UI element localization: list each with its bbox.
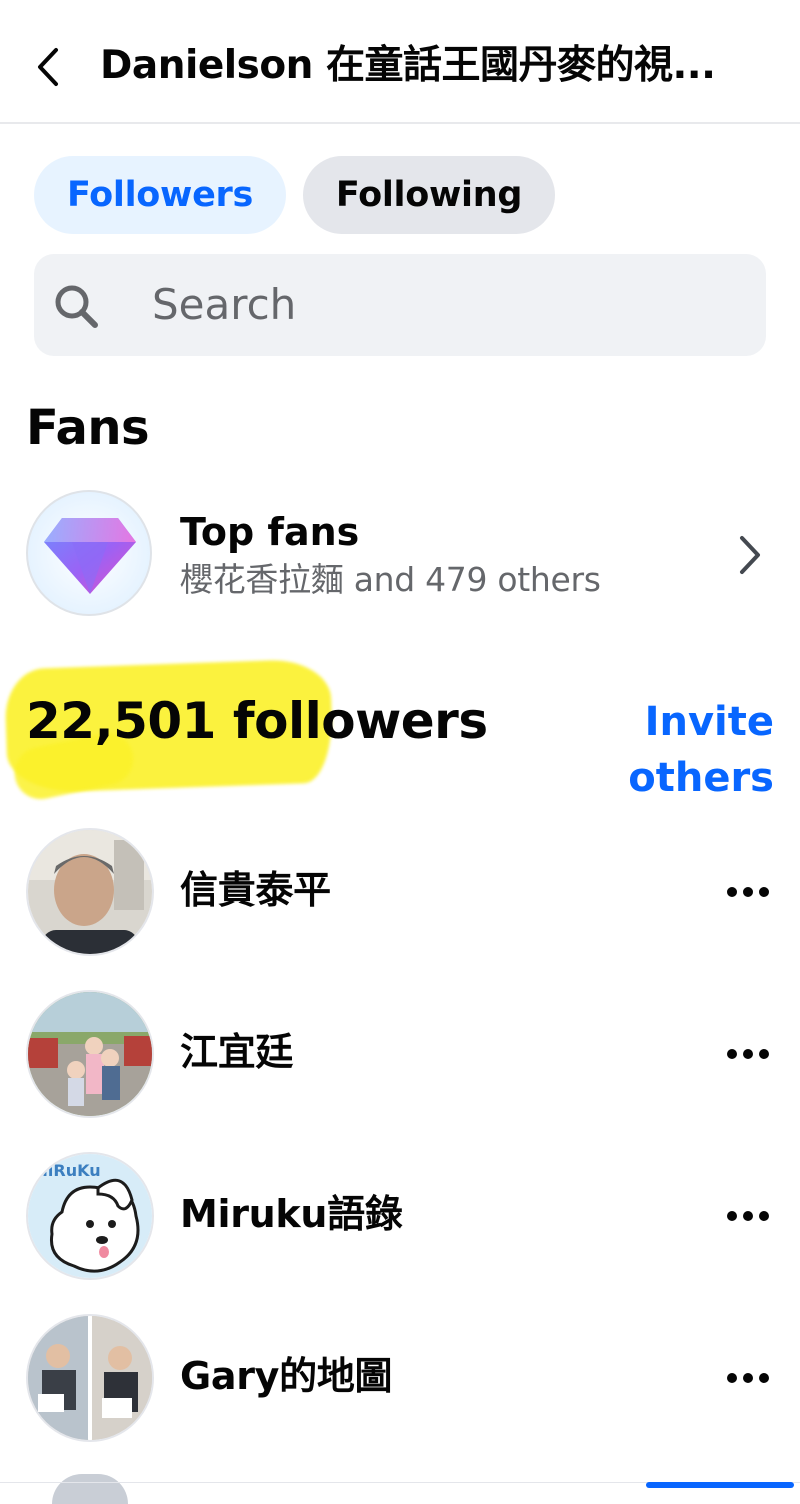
avatar — [26, 990, 154, 1118]
diamond-icon — [44, 518, 136, 594]
more-icon[interactable] — [722, 1032, 774, 1076]
invite-others-link[interactable]: Invite others — [594, 694, 774, 806]
fans-section-title: Fans — [26, 400, 150, 456]
chevron-right-icon — [740, 536, 760, 574]
page-title: Danielson 在童話王國丹麥的視... — [100, 43, 716, 88]
top-fans-subtitle: 櫻花香拉麵 and 479 others — [180, 560, 601, 599]
avatar — [26, 828, 154, 956]
top-bar: Danielson 在童話王國丹麥的視... — [0, 0, 800, 124]
search-placeholder: Search — [152, 280, 297, 329]
top-fans-row[interactable]: Top fans 櫻花香拉麵 and 479 others — [0, 484, 800, 624]
search-icon — [55, 285, 98, 328]
avatar: MiRuKu — [26, 1152, 154, 1280]
follower-row[interactable]: MiRuKu Miruku語錄 — [0, 1150, 800, 1286]
svg-text:MiRuKu: MiRuKu — [32, 1161, 101, 1180]
search-input[interactable]: Search — [34, 254, 766, 356]
follower-name: Gary的地圖 — [180, 1354, 393, 1398]
follower-name: 江宜廷 — [180, 1030, 294, 1074]
more-icon[interactable] — [722, 870, 774, 914]
follower-row[interactable]: 信貴泰平 — [0, 826, 800, 962]
tab-following[interactable]: Following — [303, 156, 555, 234]
follower-name: 信貴泰平 — [180, 868, 331, 912]
top-fans-avatar — [26, 490, 152, 616]
more-icon[interactable] — [722, 1356, 774, 1400]
back-chevron-icon[interactable] — [30, 44, 70, 90]
follower-name: Miruku語錄 — [180, 1192, 403, 1236]
follower-row[interactable]: Gary的地圖 — [0, 1312, 800, 1448]
avatar — [26, 1314, 154, 1442]
top-fans-label: Top fans — [180, 510, 360, 554]
avatar — [52, 1474, 128, 1504]
follower-row[interactable]: 江宜廷 — [0, 988, 800, 1124]
followers-count: 22,501 followers — [26, 692, 488, 750]
more-icon[interactable] — [722, 1194, 774, 1238]
scroll-indicator — [646, 1482, 794, 1488]
tab-followers[interactable]: Followers — [34, 156, 286, 234]
